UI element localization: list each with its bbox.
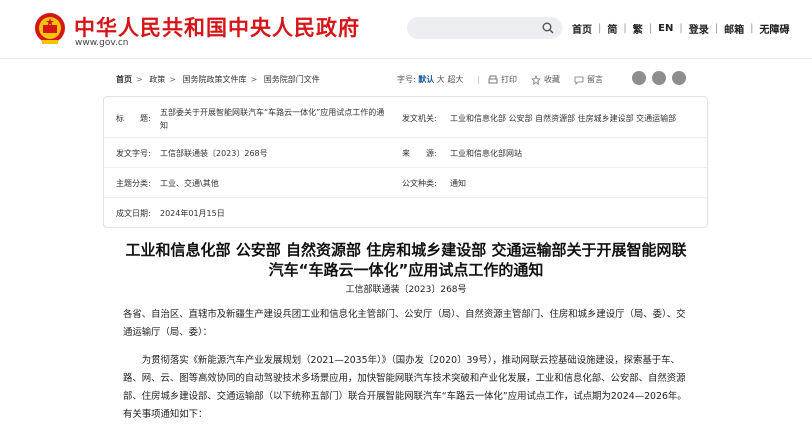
date-value: 2024年01月15日 (160, 209, 225, 218)
nav-simplified[interactable]: 简 (607, 21, 617, 36)
favorite-icon[interactable] (531, 74, 542, 85)
source-label: 来 源: (402, 149, 437, 158)
docno-label: 发文字号: (116, 149, 151, 158)
title-value: 五部委关于开展智能网联汽车“车路云一体化”应用试点工作的通知 (160, 108, 385, 130)
font-size-label: 字号: (397, 75, 416, 84)
font-xlarge-button[interactable]: 超大 (447, 74, 463, 85)
weibo-share-icon[interactable] (632, 71, 646, 85)
font-default-button[interactable]: 默认 (418, 74, 434, 85)
print-icon[interactable] (488, 75, 498, 85)
topic-label: 主题分类: (116, 179, 151, 188)
info-row: 主题分类: 工业、交通\其他 公文种类: 通知 (104, 167, 707, 198)
national-emblem-icon[interactable] (34, 12, 66, 46)
favorite-button[interactable]: 收藏 (544, 74, 560, 85)
nav-traditional[interactable]: 繁 (633, 21, 643, 36)
site-header: 中华人民共和国中央人民政府 www.gov.cn 首页 | 简 | 繁 | EN | 登… (0, 0, 812, 59)
comment-button[interactable]: 留言 (587, 74, 603, 85)
nav-login[interactable]: 登录 (689, 21, 709, 36)
article-addressee: 各省、自治区、直辖市及新疆生产建设兵团工业和信息化主管部门、公安厅（局）、自然资… (123, 309, 686, 338)
breadcrumb-policy-library[interactable]: 国务院政策文件库 (183, 75, 247, 84)
top-nav: 首页 | 简 | 繁 | EN | 登录 | 邮箱 | 无障碍 (572, 21, 790, 36)
issuer-value: 工业和信息化部 公安部 自然资源部 住房城乡建设部 交通运输部 (450, 114, 677, 123)
type-value: 通知 (450, 179, 466, 188)
topic-value: 工业、交通\其他 (160, 179, 219, 188)
share-buttons (632, 71, 686, 85)
nav-accessibility[interactable]: 无障碍 (759, 21, 789, 36)
document-info-table: 标 题: 五部委关于开展智能网联汽车“车路云一体化”应用试点工作的通知 发文机关… (103, 96, 708, 228)
article-paragraph: 为贯彻落实《新能源汽车产业发展规划（2021—2035年）》（国办发〔2020〕… (123, 355, 687, 420)
title-label: 标 题: (116, 114, 151, 123)
breadcrumb-home[interactable]: 首页 (116, 75, 132, 84)
article-tools: 字号: 默认 大 超大 | 打印 收藏 留言 (397, 74, 604, 85)
breadcrumb-policy[interactable]: 政策 (149, 75, 165, 84)
info-row: 标 题: 五部委关于开展智能网联汽车“车路云一体化”应用试点工作的通知 发文机关… (104, 97, 707, 138)
type-label: 公文种类: (402, 179, 437, 188)
nav-english[interactable]: EN (658, 23, 673, 34)
nav-mail[interactable]: 邮箱 (724, 21, 744, 36)
breadcrumb-department-docs[interactable]: 国务院部门文件 (264, 75, 320, 84)
article-title: 工业和信息化部 公安部 自然资源部 住房和城乡建设部 交通运输部关于开展智能网联… (125, 241, 687, 279)
source-value: 工业和信息化部网站 (450, 149, 522, 158)
info-row: 成文日期: 2024年01月15日 (104, 197, 707, 227)
nav-home[interactable]: 首页 (572, 21, 592, 36)
wechat-share-icon[interactable] (652, 71, 666, 85)
print-button[interactable]: 打印 (501, 74, 517, 85)
article-doc-number: 工信部联通装〔2023〕268号 (345, 285, 467, 295)
docno-value: 工信部联通装〔2023〕268号 (160, 149, 268, 158)
comment-icon[interactable] (574, 75, 584, 85)
breadcrumb: 首页 > 政策 > 国务院政策文件库 > 国务院部门文件 (116, 75, 320, 84)
site-url: www.gov.cn (75, 38, 129, 48)
font-large-button[interactable]: 大 (437, 74, 445, 85)
search-input[interactable] (407, 17, 562, 39)
qzone-share-icon[interactable] (672, 71, 686, 85)
issuer-label: 发文机关: (402, 114, 437, 123)
info-row: 发文字号: 工信部联通装〔2023〕268号 来 源: 工业和信息化部网站 (104, 137, 707, 168)
date-label: 成文日期: (116, 209, 151, 218)
search-icon[interactable] (542, 22, 554, 34)
